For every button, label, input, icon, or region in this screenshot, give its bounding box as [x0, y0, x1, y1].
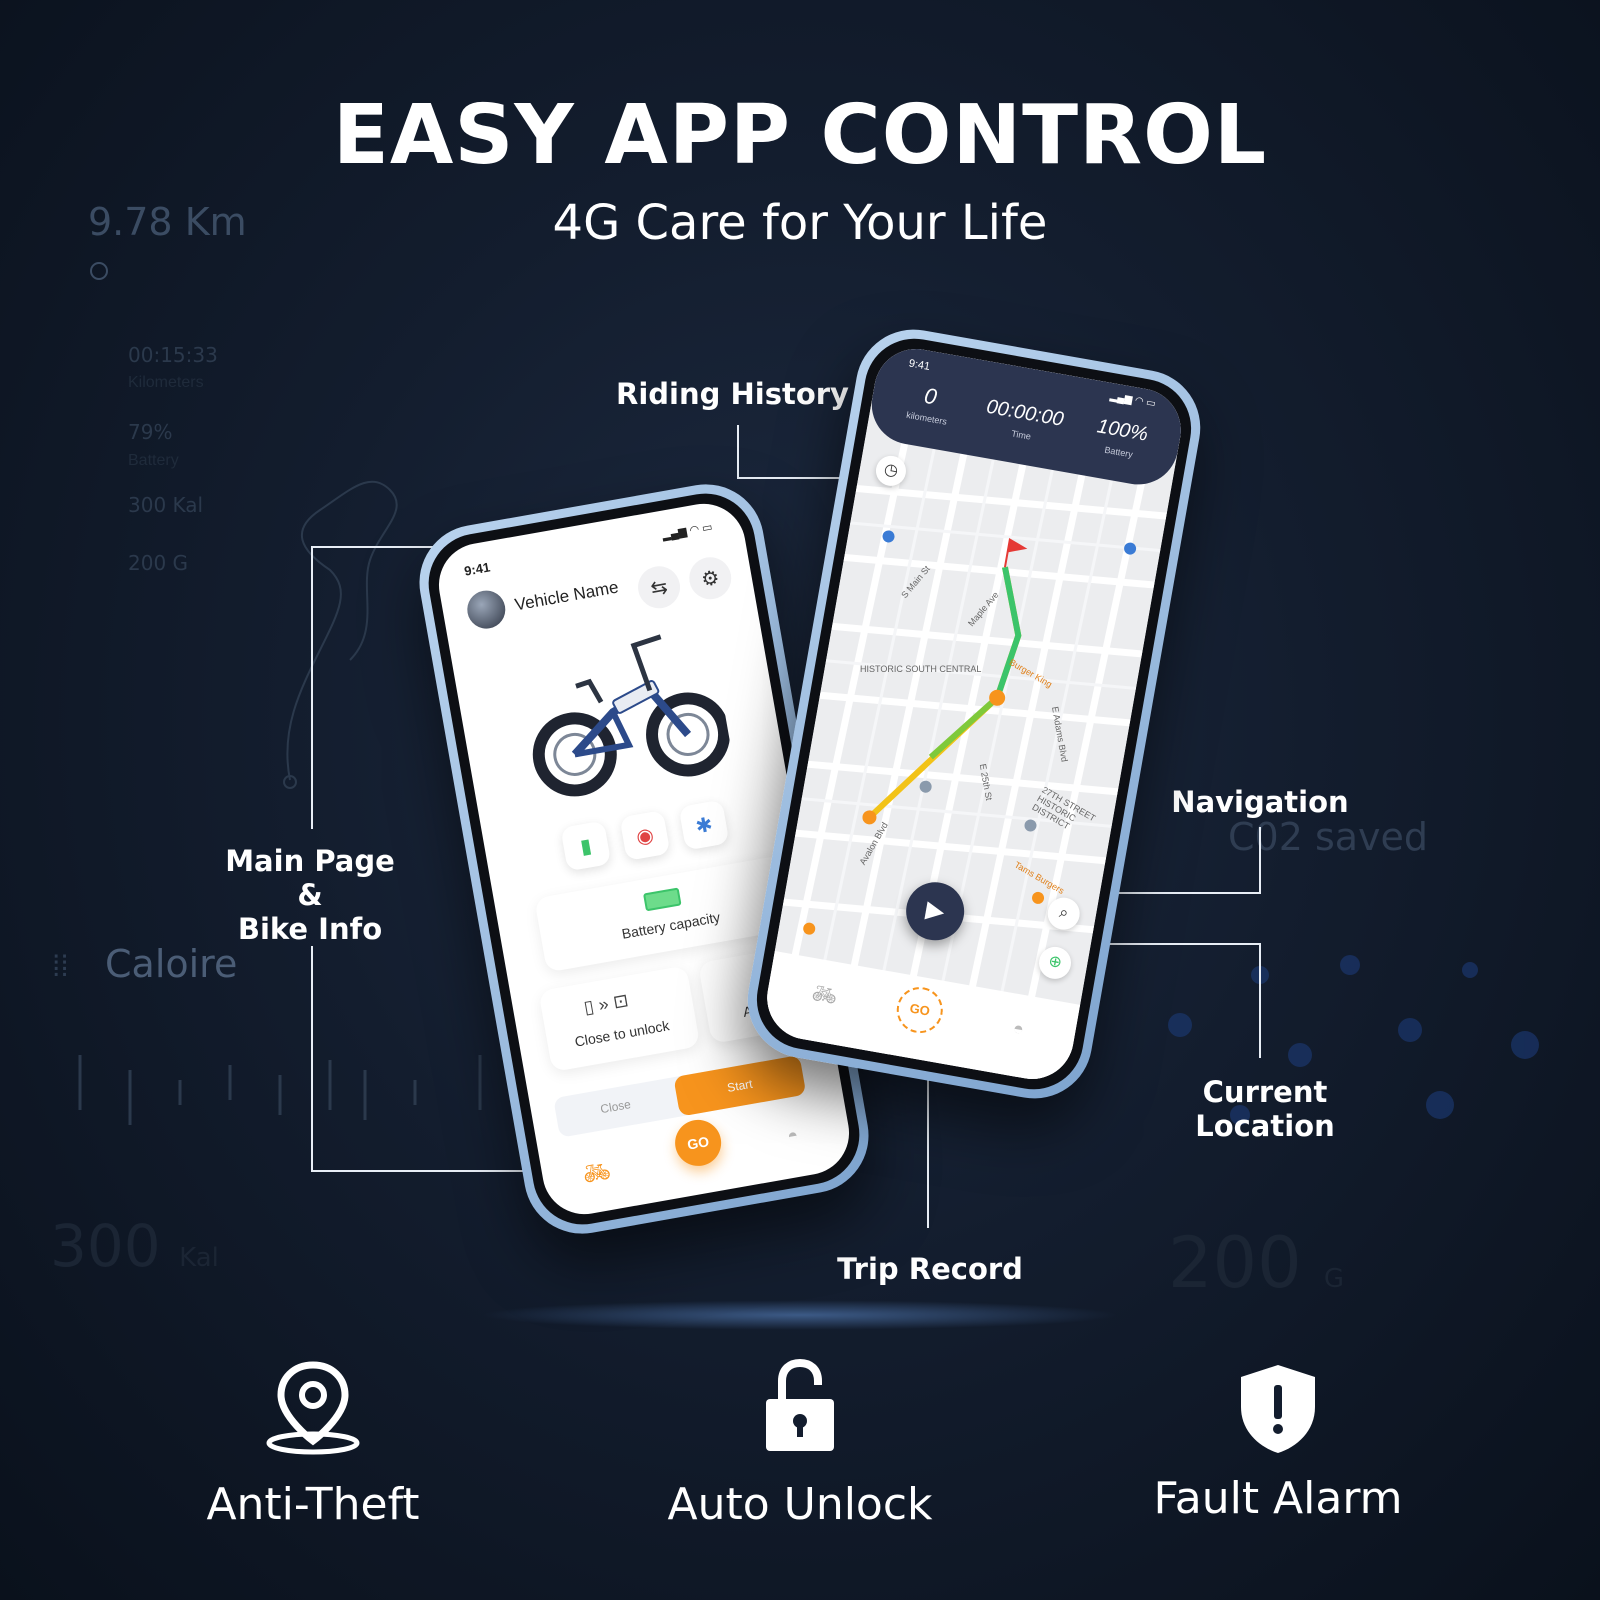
close-start-toggle: Close Start [553, 1054, 807, 1138]
status-signal-icon: ▂▄▆ ◠ ▭ [1109, 390, 1157, 410]
bg-battery-label: Battery [128, 452, 179, 469]
bg-big-g: 200 G [1168, 1222, 1345, 1304]
main-page-line-top-v [311, 546, 313, 829]
phone-to-lock-icon: ▯ » ⊡ [582, 990, 630, 1018]
page-title: EASY APP CONTROL [332, 88, 1268, 183]
status-time: 9:41 [463, 559, 492, 579]
current-location-line-v [1259, 943, 1261, 1058]
feature-anti-theft: Anti-Theft [133, 1355, 493, 1530]
bike-tab-icon[interactable]: 🚲︎ [581, 1158, 613, 1188]
map-screen: HISTORIC SOUTH CENTRAL Maple Ave S Main … [760, 342, 1188, 1086]
status-signal-icon: ▂▄▆ ◠ ▭ [661, 521, 714, 542]
trip-record-label: Trip Record [837, 1252, 1023, 1286]
shield-alert-icon [1241, 1365, 1315, 1453]
unlocked-padlock-icon [766, 1359, 834, 1451]
bg-co2: C02 saved [1228, 815, 1429, 859]
trip-record-line [927, 1062, 929, 1228]
bg-time: 00:15:33 [128, 343, 218, 367]
main-page-line-bottom-v [311, 946, 313, 1172]
floor-glow [480, 1300, 1120, 1330]
feature-fault-alarm: Fault Alarm [1098, 1355, 1458, 1524]
start-button[interactable]: Start [673, 1054, 807, 1117]
feature-label: Anti-Theft [206, 1479, 420, 1530]
signal-strength-icon[interactable]: ▮ [560, 820, 612, 872]
bg-distance: 9.78 Km [88, 200, 247, 244]
feature-label: Fault Alarm [1153, 1473, 1403, 1524]
map-pin-icon [266, 1361, 360, 1455]
switch-vehicle-icon[interactable]: ⇆ [634, 562, 684, 612]
map-label-historic: HISTORIC SOUTH CENTRAL [859, 664, 982, 675]
close-to-unlock-card[interactable]: ▯ » ⊡ Close to unlock [538, 965, 701, 1073]
feature-auto-unlock: Auto Unlock [620, 1355, 980, 1530]
feature-label: Auto Unlock [667, 1479, 933, 1530]
bg-heart-rate-icon: ⁞⁞ [52, 950, 69, 983]
bg-scale-ticks [78, 1055, 482, 1125]
bg-route-outline [283, 480, 398, 789]
bg-time-label: Kilometers [128, 374, 204, 391]
bg-dot-icon [90, 262, 108, 280]
bg-battery: 79% [128, 420, 173, 444]
close-to-unlock-label: Close to unlock [573, 1017, 671, 1050]
close-button[interactable]: Close [555, 1089, 676, 1124]
helmet-tab-icon[interactable]: ◓ [786, 1125, 800, 1148]
bluetooth-icon[interactable]: ✱ [678, 799, 730, 851]
main-page-line-bottom-h [311, 1170, 551, 1172]
bg-big-cal: 300 Kal [50, 1212, 219, 1280]
main-page-label: Main Page & Bike Info [225, 844, 395, 946]
go-button[interactable]: GO [671, 1116, 725, 1170]
vehicle-name[interactable]: Vehicle Name [513, 577, 620, 615]
battery-icon [643, 887, 682, 912]
bg-caloire: Caloire [105, 942, 238, 986]
location-pin-icon[interactable]: ◉ [619, 809, 671, 861]
riding-history-line-v [737, 425, 739, 479]
settings-gear-icon[interactable]: ⚙ [685, 553, 735, 603]
current-location-label: Current Location [1195, 1075, 1335, 1143]
bike-tab-icon[interactable]: 🚲︎ [810, 980, 839, 1009]
navigation-line-v [1259, 827, 1261, 894]
riding-history-label: Riding History [616, 377, 849, 411]
map-phone: HISTORIC SOUTH CENTRAL Maple Ave S Main … [738, 320, 1210, 1108]
ebike-image [532, 634, 731, 797]
avatar[interactable] [464, 587, 509, 632]
bg-calories: 300 Kal [128, 493, 204, 517]
status-time: 9:41 [907, 357, 932, 373]
bg-grams: 200 G [128, 551, 189, 575]
navigation-label: Navigation [1171, 785, 1349, 819]
